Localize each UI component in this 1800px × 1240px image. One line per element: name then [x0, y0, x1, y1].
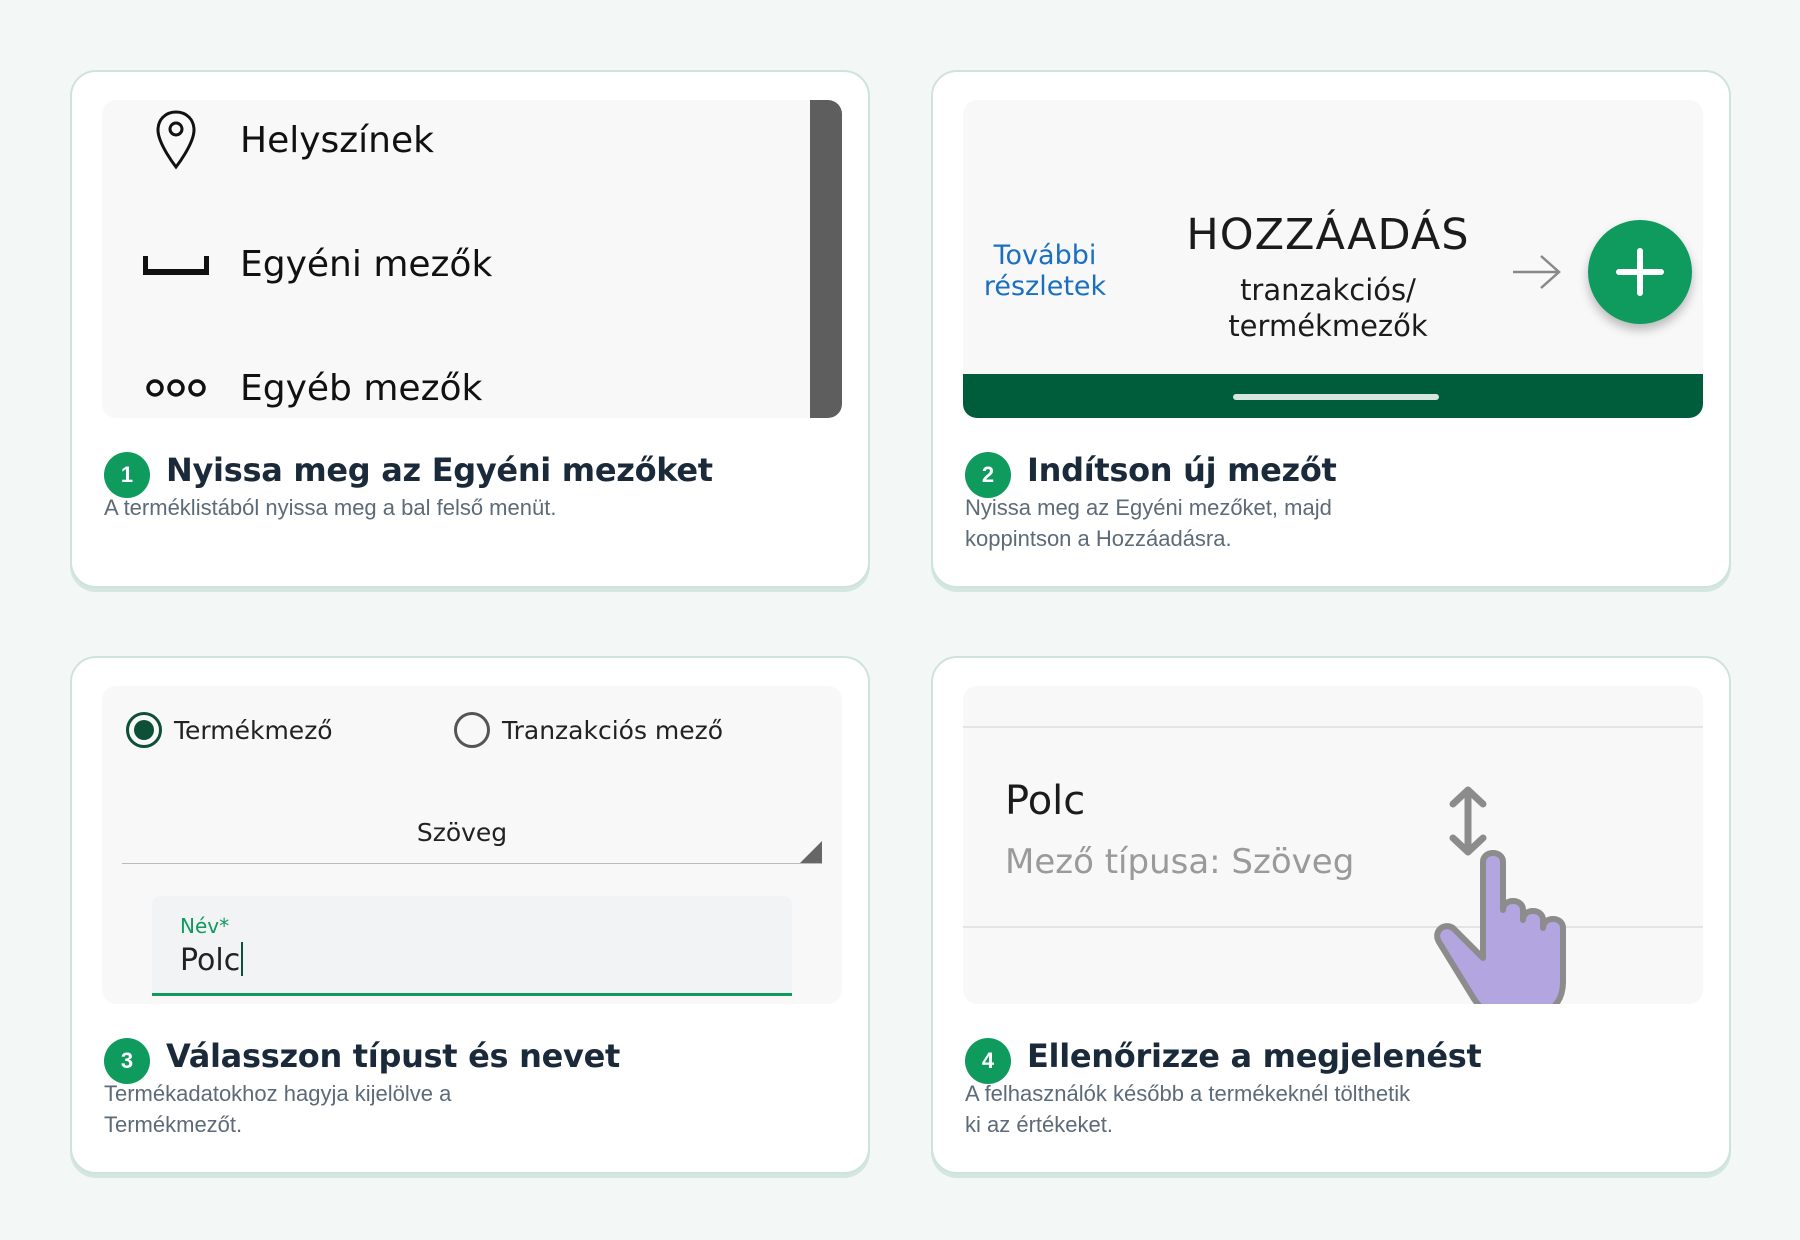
step-description: A felhasználók később a termékeknél tölt… [965, 1081, 1411, 1137]
preview-field-name: Polc [1005, 778, 1086, 824]
scrollbar[interactable] [810, 100, 842, 418]
menu-item-label: Egyéb mezők [240, 367, 483, 409]
dropdown-arrow-icon [800, 841, 822, 863]
name-input-label: Név* [180, 914, 230, 938]
menu-item-custom-fields[interactable]: Egyéni mezők [102, 234, 492, 294]
menu-item-label: Egyéni mezők [240, 243, 493, 285]
step-title: Válasszon típust és nevet [166, 1037, 620, 1075]
type-dropdown[interactable]: Szöveg [122, 808, 822, 864]
step-description: Termékadatokhoz hagyja kijelölve a Termé… [104, 1081, 452, 1137]
menu-item-locations[interactable]: Helyszínek [102, 110, 434, 170]
step-title: Indítson új mezőt [1027, 451, 1337, 489]
more-dots-icon [136, 358, 216, 418]
divider [963, 726, 1703, 728]
name-input-value[interactable]: Polc [180, 942, 244, 978]
add-subtitle-line2: termékmezők [1228, 309, 1428, 343]
menu-item-other-fields[interactable]: Egyéb mezők [102, 358, 482, 418]
menu-item-label: Helyszínek [240, 119, 434, 161]
add-screenshot: További részletek HOZZÁADÁS tranzakciós/… [963, 100, 1703, 418]
step-description: Nyissa meg az Egyéni mezőket, majd koppi… [965, 495, 1332, 551]
radio-label: Tranzakciós mező [502, 715, 724, 745]
custom-field-icon [136, 234, 216, 294]
add-button[interactable] [1588, 220, 1692, 324]
arrow-right-icon [1511, 252, 1563, 297]
details-link[interactable]: További részletek [963, 240, 1127, 302]
preview-screenshot: Polc Mező típusa: Szöveg [963, 686, 1703, 1004]
bottom-navigation-bar [963, 374, 1703, 418]
name-input[interactable]: Név* Polc [152, 896, 792, 996]
radio-button[interactable] [454, 712, 490, 748]
step-card-3: Termékmező Tranzakciós mező Szöveg Név* … [70, 656, 870, 1174]
menu-screenshot: Helyszínek Egyéni mezők Egyéb mezők [102, 100, 842, 418]
name-input-text: Polc [180, 943, 241, 978]
type-dropdown-value: Szöveg [416, 818, 508, 847]
form-screenshot: Termékmező Tranzakciós mező Szöveg Név* … [102, 686, 842, 1004]
add-subtitle: tranzakciós/ termékmezők [1163, 272, 1493, 344]
plus-icon [1616, 248, 1664, 296]
step-card-1: Helyszínek Egyéni mezők Egyéb mezők 1 Ny… [70, 70, 870, 588]
step-title: Nyissa meg az Egyéni mezőket [166, 451, 713, 489]
preview-field-type: Mező típusa: Szöveg [1005, 842, 1355, 882]
location-pin-icon [136, 110, 216, 170]
step-description: A terméklistából nyissa meg a bal felső … [104, 495, 557, 520]
step-header: 4 Ellenőrizze a megjelenést [965, 1028, 1482, 1084]
radio-product-field[interactable]: Termékmező [126, 712, 333, 748]
home-indicator[interactable] [1233, 394, 1439, 400]
radio-transaction-field[interactable]: Tranzakciós mező [454, 712, 723, 748]
add-subtitle-line1: tranzakciós/ [1240, 273, 1416, 307]
drag-hand-icon [1423, 782, 1603, 1004]
step-header: 2 Indítson új mezőt [965, 442, 1337, 498]
add-title: HOZZÁADÁS [1186, 210, 1470, 260]
text-cursor [241, 942, 244, 976]
radio-button-selected[interactable] [126, 712, 162, 748]
radio-label: Termékmező [174, 715, 333, 745]
step-header: 1 Nyissa meg az Egyéni mezőket [104, 442, 713, 498]
step-card-4: Polc Mező típusa: Szöveg 4 Ellenőrizze a… [931, 656, 1731, 1174]
step-title: Ellenőrizze a megjelenést [1027, 1037, 1482, 1075]
step-card-2: További részletek HOZZÁADÁS tranzakciós/… [931, 70, 1731, 588]
step-header: 3 Válasszon típust és nevet [104, 1028, 620, 1084]
